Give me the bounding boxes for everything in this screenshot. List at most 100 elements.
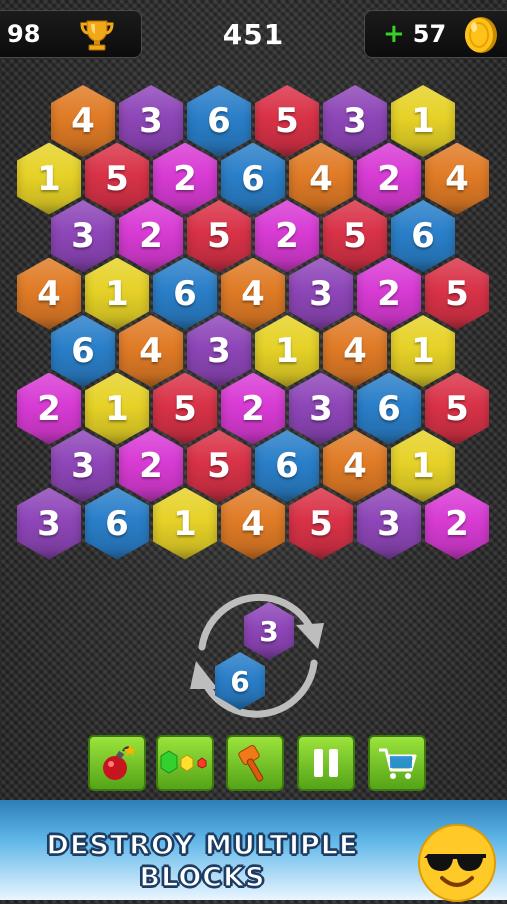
hex-tile[interactable]: 5 bbox=[425, 257, 489, 330]
hex-tile[interactable]: 3 bbox=[51, 200, 115, 272]
hex-tile[interactable]: 4 bbox=[289, 142, 353, 215]
hex-tile[interactable]: 2 bbox=[357, 142, 421, 215]
hex-tile[interactable]: 5 bbox=[425, 372, 489, 445]
hex-tile-number: 6 bbox=[411, 216, 435, 256]
hex-tile[interactable]: 1 bbox=[255, 315, 319, 387]
hex-tile-number: 2 bbox=[139, 446, 163, 486]
hex-tile-number: 4 bbox=[309, 158, 333, 199]
hex-tile[interactable]: 5 bbox=[255, 85, 319, 157]
hex-tile[interactable]: 1 bbox=[153, 487, 217, 560]
hex-tile[interactable]: 6 bbox=[357, 372, 421, 445]
hex-tile-number: 4 bbox=[139, 331, 163, 371]
hex-tile-number: 1 bbox=[411, 101, 435, 141]
hex-tile-number: 1 bbox=[105, 273, 129, 314]
hex-tile[interactable]: 3 bbox=[119, 85, 183, 157]
hex-tile[interactable]: 1 bbox=[85, 372, 149, 445]
hex-tile[interactable]: 1 bbox=[391, 430, 455, 502]
hex-shape-button[interactable] bbox=[156, 735, 214, 791]
hex-tile[interactable]: 3 bbox=[17, 487, 81, 560]
hex-tile[interactable]: 3 bbox=[289, 257, 353, 330]
hex-tile[interactable]: 5 bbox=[153, 372, 217, 445]
hex-tile[interactable]: 3 bbox=[187, 315, 251, 387]
hex-tile-number: 1 bbox=[275, 331, 299, 371]
hex-tile-number: 4 bbox=[37, 273, 61, 314]
hex-tile[interactable]: 4 bbox=[119, 315, 183, 387]
hex-tile-number: 4 bbox=[445, 158, 469, 199]
hex-tile[interactable]: 1 bbox=[17, 142, 81, 215]
hex-tile-number: 5 bbox=[173, 388, 197, 429]
hex-tile-number: 2 bbox=[377, 273, 401, 314]
hex-tile[interactable]: 6 bbox=[153, 257, 217, 330]
coins-panel[interactable]: + 57 bbox=[364, 10, 507, 58]
hex-tile[interactable]: 4 bbox=[221, 487, 285, 560]
hex-tile[interactable]: 4 bbox=[17, 257, 81, 330]
hex-tile-number: 6 bbox=[207, 101, 231, 141]
hex-tile[interactable]: 6 bbox=[255, 430, 319, 502]
hex-tile[interactable]: 4 bbox=[221, 257, 285, 330]
pause-button[interactable] bbox=[297, 735, 355, 791]
hex-tile[interactable]: 6 bbox=[187, 85, 251, 157]
hex-tile[interactable]: 2 bbox=[17, 372, 81, 445]
hammer-button[interactable] bbox=[226, 735, 284, 791]
hex-tile[interactable]: 4 bbox=[323, 315, 387, 387]
hex-tile[interactable]: 5 bbox=[187, 430, 251, 502]
top-bar: 98 451 + 57 bbox=[0, 0, 507, 64]
rotate-arrows-icon[interactable] bbox=[174, 585, 340, 725]
hex-tile-number: 5 bbox=[275, 101, 299, 141]
hex-tile-number: 4 bbox=[241, 273, 265, 314]
hex-tile-number: 2 bbox=[139, 216, 163, 256]
hex-tile-number: 5 bbox=[343, 216, 367, 256]
hex-tile-number: 5 bbox=[309, 503, 333, 544]
hex-tile[interactable]: 2 bbox=[119, 430, 183, 502]
hex-shapes-icon bbox=[160, 750, 207, 774]
hex-tile[interactable]: 3 bbox=[323, 85, 387, 157]
hex-tile[interactable]: 4 bbox=[323, 430, 387, 502]
hex-tile[interactable]: 5 bbox=[289, 487, 353, 560]
hex-tile-number: 6 bbox=[71, 331, 95, 371]
hex-tile-number: 2 bbox=[37, 388, 61, 429]
bomb-button[interactable] bbox=[88, 735, 146, 791]
hex-tile[interactable]: 2 bbox=[255, 200, 319, 272]
hex-tile[interactable]: 4 bbox=[51, 85, 115, 157]
hex-tile[interactable]: 1 bbox=[391, 315, 455, 387]
hex-tile-number: 3 bbox=[139, 101, 163, 141]
promo-line-1: DESTROY MULTIPLE bbox=[46, 829, 359, 861]
hex-tile[interactable]: 3 bbox=[51, 430, 115, 502]
hex-tile[interactable]: 6 bbox=[221, 142, 285, 215]
hex-tile[interactable]: 5 bbox=[187, 200, 251, 272]
hex-tile-number: 3 bbox=[343, 101, 367, 141]
hex-tile-number: 3 bbox=[207, 331, 231, 371]
hex-tile-number: 3 bbox=[71, 446, 95, 486]
hex-tile[interactable]: 3 bbox=[357, 487, 421, 560]
hex-tile[interactable]: 3 bbox=[289, 372, 353, 445]
hex-tile-number: 2 bbox=[275, 216, 299, 256]
next-piece-swap[interactable]: 3 6 bbox=[174, 585, 340, 725]
hex-tile-number: 4 bbox=[241, 503, 265, 544]
hex-tile[interactable]: 1 bbox=[391, 85, 455, 157]
hex-tile[interactable]: 4 bbox=[425, 142, 489, 215]
hex-tile[interactable]: 6 bbox=[391, 200, 455, 272]
add-coins-icon[interactable]: + bbox=[383, 19, 405, 49]
hex-tile-number: 6 bbox=[377, 388, 401, 429]
shop-button[interactable] bbox=[368, 735, 426, 791]
hex-tile-number: 2 bbox=[173, 158, 197, 199]
hex-tile-number: 3 bbox=[37, 503, 61, 544]
hex-tile[interactable]: 2 bbox=[153, 142, 217, 215]
hex-tile[interactable]: 2 bbox=[425, 487, 489, 560]
hex-tile-number: 5 bbox=[207, 216, 231, 256]
hex-tile-number: 4 bbox=[343, 331, 367, 371]
hex-tile[interactable]: 1 bbox=[85, 257, 149, 330]
hex-tile[interactable]: 2 bbox=[221, 372, 285, 445]
hex-tile[interactable]: 6 bbox=[85, 487, 149, 560]
hex-tile-number: 3 bbox=[377, 503, 401, 544]
hex-tile-number: 3 bbox=[309, 388, 333, 429]
hex-tile[interactable]: 5 bbox=[323, 200, 387, 272]
coins-value: 57 bbox=[412, 20, 447, 48]
sunglasses-emoji-icon bbox=[418, 824, 496, 902]
power-up-toolbar bbox=[0, 735, 507, 795]
hex-tile[interactable]: 6 bbox=[51, 315, 115, 387]
hex-tile[interactable]: 2 bbox=[357, 257, 421, 330]
hex-tile[interactable]: 5 bbox=[85, 142, 149, 215]
hex-tile-number: 5 bbox=[445, 388, 469, 429]
hex-tile[interactable]: 2 bbox=[119, 200, 183, 272]
